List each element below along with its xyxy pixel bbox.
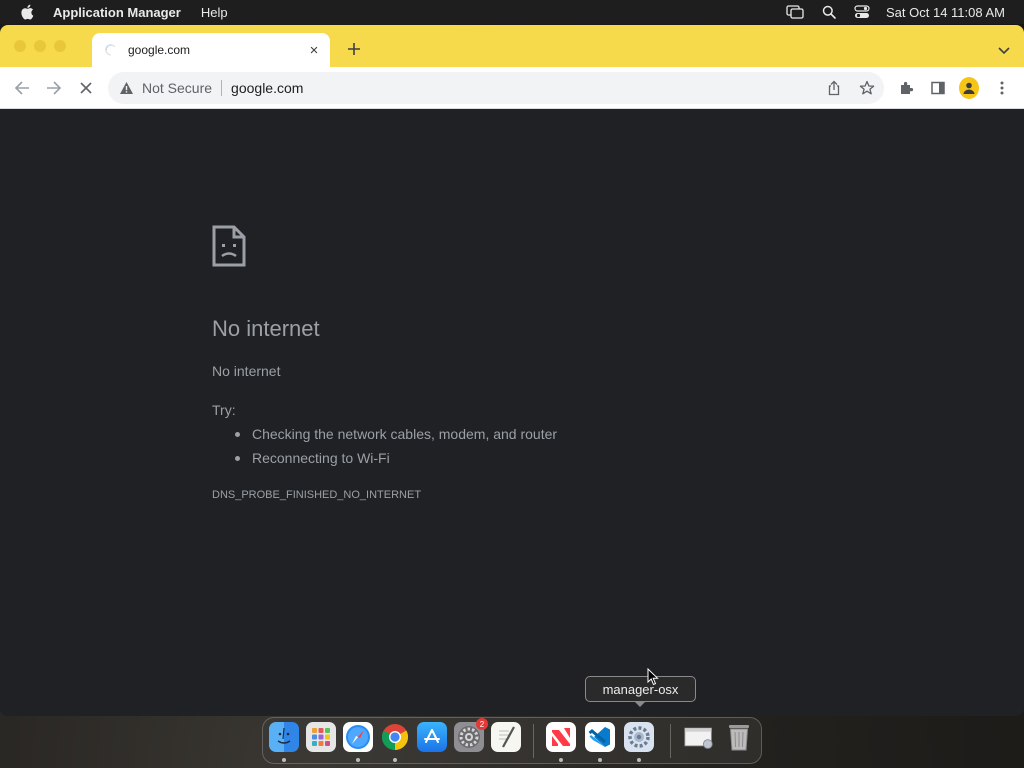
security-label[interactable]: Not Secure xyxy=(142,80,212,96)
tab-search-chevron-icon[interactable] xyxy=(998,42,1010,55)
dock-item-finder[interactable] xyxy=(268,722,300,756)
back-button[interactable] xyxy=(13,79,31,97)
tab-google[interactable]: google.com × xyxy=(92,33,330,67)
browser-window: google.com × Not Secure google.com No in… xyxy=(0,25,1024,716)
plus-icon xyxy=(348,43,360,55)
stop-x-icon xyxy=(80,82,92,94)
dock-separator xyxy=(670,724,671,758)
dock: 2 xyxy=(262,717,762,764)
window-controls xyxy=(14,40,74,52)
share-icon[interactable] xyxy=(826,80,842,96)
menu-bar: Application Manager Help Sat Oct 14 11:0… xyxy=(0,0,1024,24)
dock-item-trash[interactable] xyxy=(723,722,755,756)
running-indicator xyxy=(637,758,641,762)
loading-spinner-icon xyxy=(104,43,118,57)
control-center-icon[interactable] xyxy=(854,5,870,19)
error-try-label: Try: xyxy=(212,402,236,418)
dock-item-launchpad[interactable] xyxy=(305,722,337,756)
error-suggestions: Checking the network cables, modem, and … xyxy=(234,426,557,474)
minimize-window-button[interactable] xyxy=(34,40,46,52)
running-indicator xyxy=(282,758,286,762)
vscode-icon xyxy=(585,722,615,752)
dock-item-manager-osx[interactable] xyxy=(623,722,655,756)
forward-button[interactable] xyxy=(45,79,63,97)
safari-icon xyxy=(343,722,373,752)
trash-icon xyxy=(724,722,754,752)
running-indicator xyxy=(598,758,602,762)
stop-loading-button[interactable] xyxy=(77,79,95,97)
launchpad-icon xyxy=(306,722,336,752)
address-bar[interactable]: Not Secure google.com xyxy=(108,72,884,104)
screen-mirroring-icon[interactable] xyxy=(786,5,804,19)
browser-toolbar: Not Secure google.com xyxy=(0,67,1024,109)
app-store-icon xyxy=(417,722,447,752)
new-tab-button[interactable] xyxy=(344,39,364,59)
tab-title: google.com xyxy=(128,43,191,57)
error-subtitle: No internet xyxy=(212,363,281,379)
warning-icon[interactable] xyxy=(119,81,134,95)
profile-person-icon xyxy=(959,77,979,99)
dock-separator xyxy=(533,724,534,758)
sad-page-icon xyxy=(212,225,246,267)
running-indicator xyxy=(356,758,360,762)
error-code: DNS_PROBE_FINISHED_NO_INTERNET xyxy=(212,489,422,501)
system-settings-icon: 2 xyxy=(454,718,488,752)
dock-item-system-settings[interactable]: 2 xyxy=(453,718,488,756)
back-arrow-icon xyxy=(14,81,29,95)
news-icon xyxy=(546,722,576,752)
dock-item-chrome[interactable] xyxy=(379,722,411,756)
tab-strip: google.com × xyxy=(0,25,1024,67)
dock-tooltip-arrow xyxy=(634,701,646,707)
profile-avatar[interactable] xyxy=(959,77,979,99)
url-text[interactable]: google.com xyxy=(231,80,303,96)
suggestion-item: Reconnecting to Wi-Fi xyxy=(234,450,557,474)
suggestion-item: Checking the network cables, modem, and … xyxy=(234,426,557,450)
close-window-button[interactable] xyxy=(14,40,26,52)
dock-item-textedit[interactable] xyxy=(490,722,522,756)
notification-badge: 2 xyxy=(476,718,488,730)
omnibox-divider xyxy=(221,80,223,96)
chrome-icon xyxy=(380,722,410,752)
dock-item-downloads[interactable] xyxy=(683,722,715,756)
finder-icon xyxy=(269,722,299,752)
dock-item-app-store[interactable] xyxy=(416,722,448,756)
spotlight-search-icon[interactable] xyxy=(822,5,836,19)
dock-item-safari[interactable] xyxy=(342,722,374,756)
dock-tooltip: manager-osx xyxy=(585,676,696,702)
running-indicator xyxy=(559,758,563,762)
browser-menu-icon[interactable] xyxy=(992,78,1012,98)
dock-item-vscode[interactable] xyxy=(584,722,616,756)
downloads-stack-icon xyxy=(684,722,714,752)
bookmark-star-icon[interactable] xyxy=(859,80,875,96)
manager-osx-icon xyxy=(624,722,654,752)
error-title: No internet xyxy=(212,316,320,341)
apple-icon[interactable] xyxy=(20,4,34,20)
menu-app-name[interactable]: Application Manager xyxy=(53,5,181,20)
menu-extras: Sat Oct 14 11:08 AM xyxy=(768,5,1005,20)
close-tab-button[interactable]: × xyxy=(306,42,322,59)
extensions-puzzle-icon[interactable] xyxy=(896,78,916,98)
side-panel-icon[interactable] xyxy=(928,78,948,98)
dock-item-news[interactable] xyxy=(545,722,577,756)
menu-clock[interactable]: Sat Oct 14 11:08 AM xyxy=(886,5,1005,20)
error-page: No internet No internet Try: Checking th… xyxy=(0,110,1024,716)
menu-help[interactable]: Help xyxy=(201,5,228,20)
zoom-window-button[interactable] xyxy=(54,40,66,52)
running-indicator xyxy=(393,758,397,762)
mouse-cursor-icon xyxy=(647,667,659,686)
forward-arrow-icon xyxy=(47,81,62,95)
textedit-icon xyxy=(491,722,521,752)
